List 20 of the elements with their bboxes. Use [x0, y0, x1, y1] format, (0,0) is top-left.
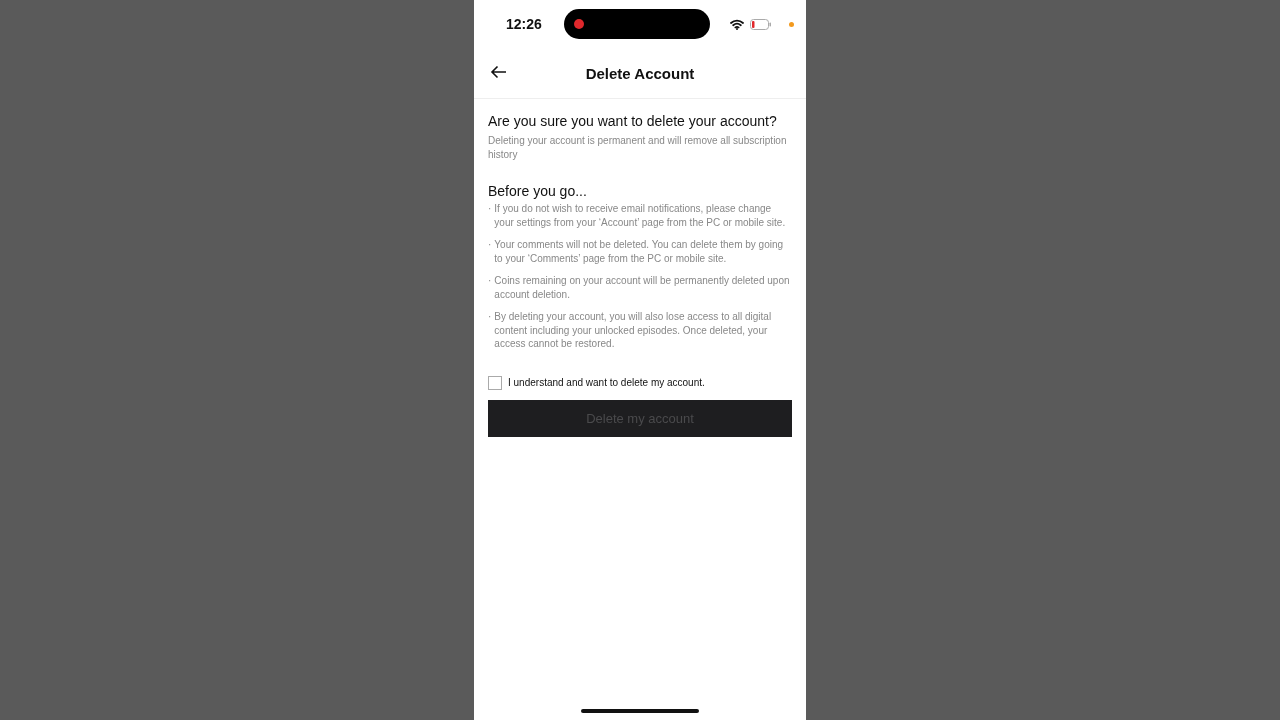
notice-text: Coins remaining on your account will be permanently deleted upon account deletion.	[494, 274, 791, 301]
back-arrow-icon[interactable]	[490, 65, 507, 79]
battery-icon	[750, 18, 772, 30]
bullet-mark: ·	[488, 310, 492, 324]
status-time: 12:26	[506, 16, 543, 32]
bullet-mark: ·	[488, 274, 492, 288]
page-title: Delete Account	[585, 64, 695, 82]
confirm-checkbox[interactable]	[488, 375, 502, 390]
section-heading: Before you go...	[488, 183, 588, 199]
notice-text: Your comments will not be deleted. You can delete them by going to your ‘Comments’ page from the PC or mobile site.	[494, 238, 785, 265]
bullet-mark: ·	[488, 202, 492, 216]
privacy-dot-icon	[789, 21, 794, 27]
notice-text: If you do not wish to receive email notifications, please change your settings from your ‘Account’ page from the PC or mobile site.	[494, 202, 787, 229]
recording-dot-icon	[574, 19, 584, 29]
notice-text: By deleting your account, you will also lose access to all digital content including your unlocked episodes. Once deleted, your access cannot be restored.	[494, 310, 773, 351]
wifi-icon	[730, 18, 744, 30]
checkbox-label[interactable]: I understand and want to delete my account.	[508, 377, 705, 388]
intro-text: Deleting your account is permanent and will remove all subscription history	[488, 134, 788, 161]
bullet-mark: ·	[488, 238, 492, 252]
confirm-heading: Are you sure you want to delete your account?	[488, 113, 778, 129]
